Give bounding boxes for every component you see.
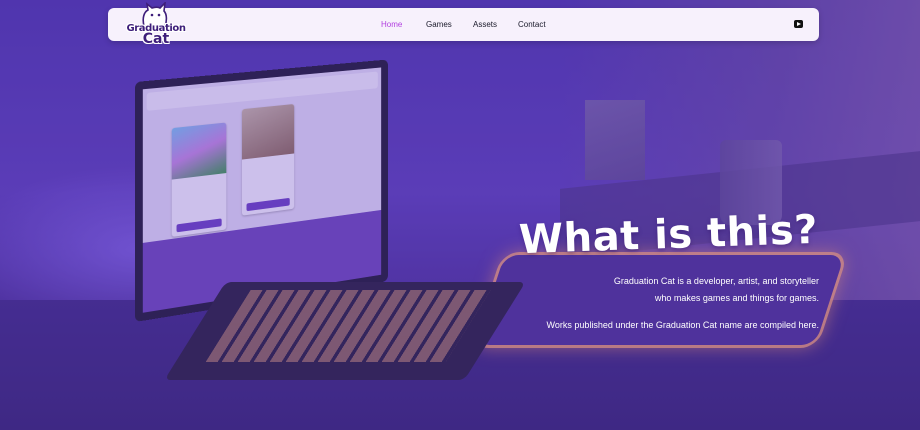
hero-description-line-3: Works published under the Graduation Cat… xyxy=(546,320,820,330)
nav-link-games[interactable]: Games xyxy=(426,20,452,29)
nav-link-home[interactable]: Home xyxy=(381,20,402,29)
hero-section: Graduation Cat Home Games Assets Contact… xyxy=(0,0,920,430)
brand-logo[interactable]: Graduation Cat xyxy=(122,2,186,56)
hero-description-line-1: Graduation Cat is a developer, artist, a… xyxy=(613,276,819,286)
nav-link-contact[interactable]: Contact xyxy=(518,20,546,29)
nav-link-assets[interactable]: Assets xyxy=(473,20,497,29)
youtube-icon[interactable] xyxy=(794,20,803,28)
brand-name: Graduation Cat xyxy=(126,23,186,47)
navbar: Graduation Cat Home Games Assets Contact xyxy=(108,2,819,46)
hero-description-line-2: who makes games and things for games. xyxy=(654,293,819,303)
